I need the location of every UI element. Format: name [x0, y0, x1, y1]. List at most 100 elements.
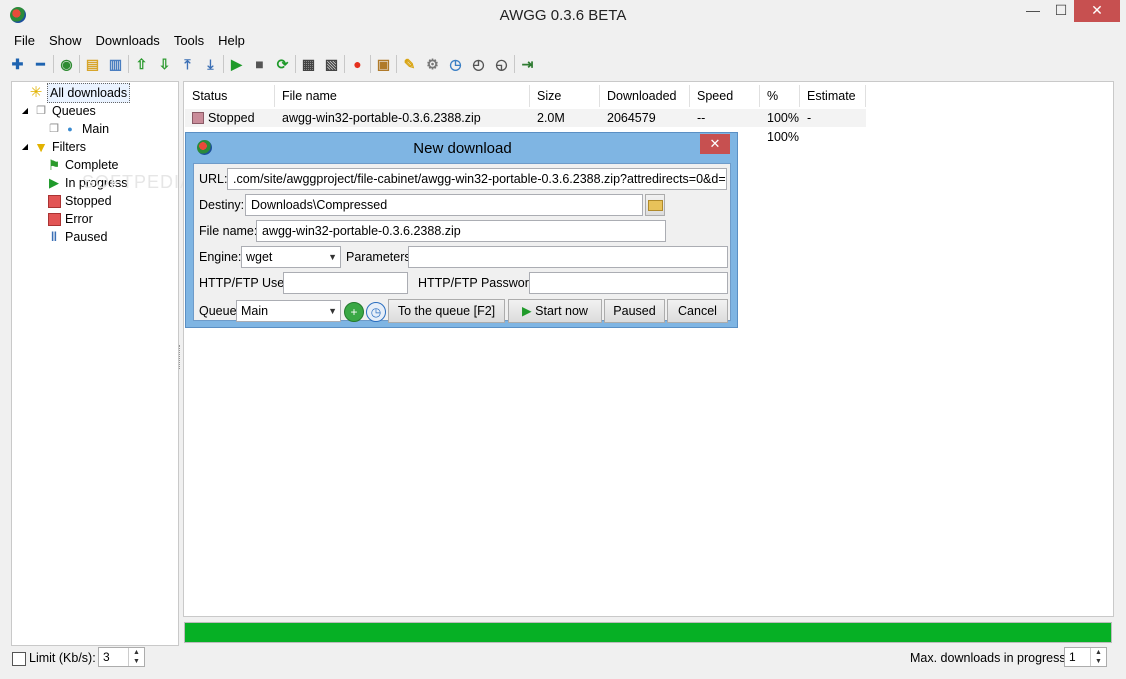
column-header-file-name[interactable]: File name [275, 85, 530, 107]
error-square-icon [46, 211, 62, 227]
limit-checkbox[interactable] [12, 652, 26, 666]
toolbar-separator [514, 55, 515, 73]
splitter-handle[interactable] [179, 345, 183, 369]
paused-button[interactable]: Paused [604, 299, 665, 323]
toolbar-separator [128, 55, 129, 73]
table-header: Status File name Size Downloaded Speed %… [185, 85, 866, 107]
stopped-square-icon [46, 193, 62, 209]
exit-icon[interactable]: ⇥ [516, 53, 539, 75]
cell-percent: 100% [767, 130, 799, 144]
start-now-button[interactable]: ▶ Start now [508, 299, 602, 323]
move-down-icon[interactable]: ⇩ [153, 53, 176, 75]
cell-size: 2.0M [537, 111, 565, 125]
cell-estimate [800, 128, 866, 146]
menu-help[interactable]: Help [211, 32, 252, 50]
minimize-button[interactable]: — [1018, 0, 1048, 22]
status-text: Stopped [208, 111, 255, 125]
tree-item-label: All downloads [47, 83, 131, 103]
url-input[interactable]: .com/site/awggproject/file-cabinet/awgg-… [227, 168, 727, 190]
engine-select[interactable]: wget ▼ [241, 246, 341, 268]
dialog-title: New download [413, 140, 512, 157]
scheduler-clock-icon[interactable]: ◷ [444, 53, 467, 75]
column-header-status[interactable]: Status [185, 85, 275, 107]
menu-file[interactable]: File [0, 32, 42, 50]
move-top-icon[interactable]: ⤒ [176, 53, 199, 75]
http-ftp-user-label: HTTP/FTP User: [199, 276, 292, 290]
menu-tools[interactable]: Tools [167, 32, 211, 50]
queue-dot-icon: ● [67, 124, 73, 134]
tree-item-label: Error [65, 212, 93, 226]
star-icon: ✳ [29, 84, 43, 101]
move-up-icon[interactable]: ⇧ [130, 53, 153, 75]
filename-input[interactable]: awgg-win32-portable-0.3.6.2388.zip [256, 220, 666, 242]
maximize-button[interactable]: ☐ [1046, 0, 1076, 22]
column-header-downloaded[interactable]: Downloaded [600, 85, 690, 107]
column-header-size[interactable]: Size [530, 85, 600, 107]
browse-folder-button[interactable] [645, 194, 665, 216]
column-header-percent[interactable]: % [760, 85, 800, 107]
http-ftp-user-input[interactable] [283, 272, 408, 294]
pause-icon: ‖ [50, 229, 58, 244]
queue-select[interactable]: Main ▼ [236, 300, 341, 322]
table-row[interactable]: Stopped awgg-win32-portable-0.3.6.2388.z… [185, 109, 866, 127]
chevron-down-icon: ▼ [328, 252, 337, 262]
play-icon: ▶ [49, 175, 59, 190]
toolbar-separator [344, 55, 345, 73]
stop-icon[interactable]: ■ [248, 53, 271, 75]
settings-gear-icon[interactable]: ⚙ [421, 53, 444, 75]
tree-item-queue-main[interactable]: ❐ ● Main [46, 120, 109, 138]
restart-icon[interactable]: ⟳ [271, 53, 294, 75]
close-button[interactable]: ✕ [1074, 0, 1120, 22]
tree-item-queues[interactable]: ◢ ❐ Queues [20, 102, 96, 120]
scheduler-clock-icon[interactable]: ◷ [366, 302, 386, 322]
clean-icon[interactable]: ✎ [398, 53, 421, 75]
tree-item-label: Filters [52, 140, 87, 154]
remove-download-icon[interactable]: ━ [29, 53, 52, 75]
document-icon[interactable]: ▦ [297, 53, 320, 75]
max-downloads-spinner[interactable]: 1 ▲ ▼ [1064, 647, 1107, 667]
add-download-icon[interactable]: ✚ [6, 53, 29, 75]
tree-item-error[interactable]: Error [46, 210, 93, 228]
tree-item-paused[interactable]: ‖ Paused [46, 228, 108, 246]
column-header-speed[interactable]: Speed [690, 85, 760, 107]
move-bottom-icon[interactable]: ⤓ [199, 53, 222, 75]
tree-item-label: Main [82, 122, 110, 136]
collapse-arrow-icon: ◢ [21, 106, 29, 115]
parameters-input[interactable] [408, 246, 728, 268]
open-folder-icon[interactable]: ▤ [81, 53, 104, 75]
toolbar-separator [396, 55, 397, 73]
tree-item-stopped[interactable]: Stopped [46, 192, 112, 210]
toolbar-separator [223, 55, 224, 73]
web-globe-icon[interactable]: ◉ [55, 53, 78, 75]
record-icon[interactable]: ● [346, 53, 369, 75]
destiny-input[interactable]: Downloads\Compressed [245, 194, 643, 216]
new-download-dialog: New download ✕ URL: .com/site/awggprojec… [185, 132, 738, 328]
column-header-estimate[interactable]: Estimate [800, 85, 866, 107]
timer-clock-icon[interactable]: ◵ [490, 53, 513, 75]
limit-label: Limit (Kb/s): [29, 651, 96, 665]
destiny-label: Destiny: [199, 198, 245, 212]
http-ftp-password-input[interactable] [529, 272, 728, 294]
tree-item-filters[interactable]: ◢ ▼ Filters [20, 138, 86, 156]
add-queue-icon[interactable]: + [344, 302, 364, 322]
engine-label: Engine: [199, 250, 242, 264]
toolbar: ✚ ━ ◉ ▤ ▥ ⇧ ⇩ ⤒ ⤓ ▶ ■ ⟳ ▦ ▧ ● ▣ ✎ ⚙ ◷ ◴ ◵ ⇥ [6, 52, 539, 76]
limit-spinner[interactable]: 3 ▲ ▼ [98, 647, 145, 667]
spinner-arrows-icon[interactable]: ▲ ▼ [1090, 648, 1106, 666]
menu-show[interactable]: Show [42, 32, 89, 50]
document-edit-icon[interactable]: ▧ [320, 53, 343, 75]
dialog-close-button[interactable]: ✕ [700, 134, 730, 154]
chevron-down-icon: ▼ [328, 306, 337, 316]
start-icon[interactable]: ▶ [225, 53, 248, 75]
max-downloads-label: Max. downloads in progress: [910, 651, 1070, 665]
total-progress-bar [184, 622, 1112, 643]
spinner-arrows-icon[interactable]: ▲ ▼ [128, 648, 144, 666]
alarm-clock-icon[interactable]: ◴ [467, 53, 490, 75]
menu-downloads[interactable]: Downloads [88, 32, 166, 50]
cancel-button[interactable]: Cancel [667, 299, 728, 323]
open-file-icon[interactable]: ▥ [104, 53, 127, 75]
to-queue-button[interactable]: To the queue [F2] [388, 299, 505, 323]
filter-funnel-icon: ▼ [34, 139, 48, 155]
tree-item-all-downloads[interactable]: ✳ All downloads [28, 83, 131, 103]
clipboard-icon[interactable]: ▣ [372, 53, 395, 75]
